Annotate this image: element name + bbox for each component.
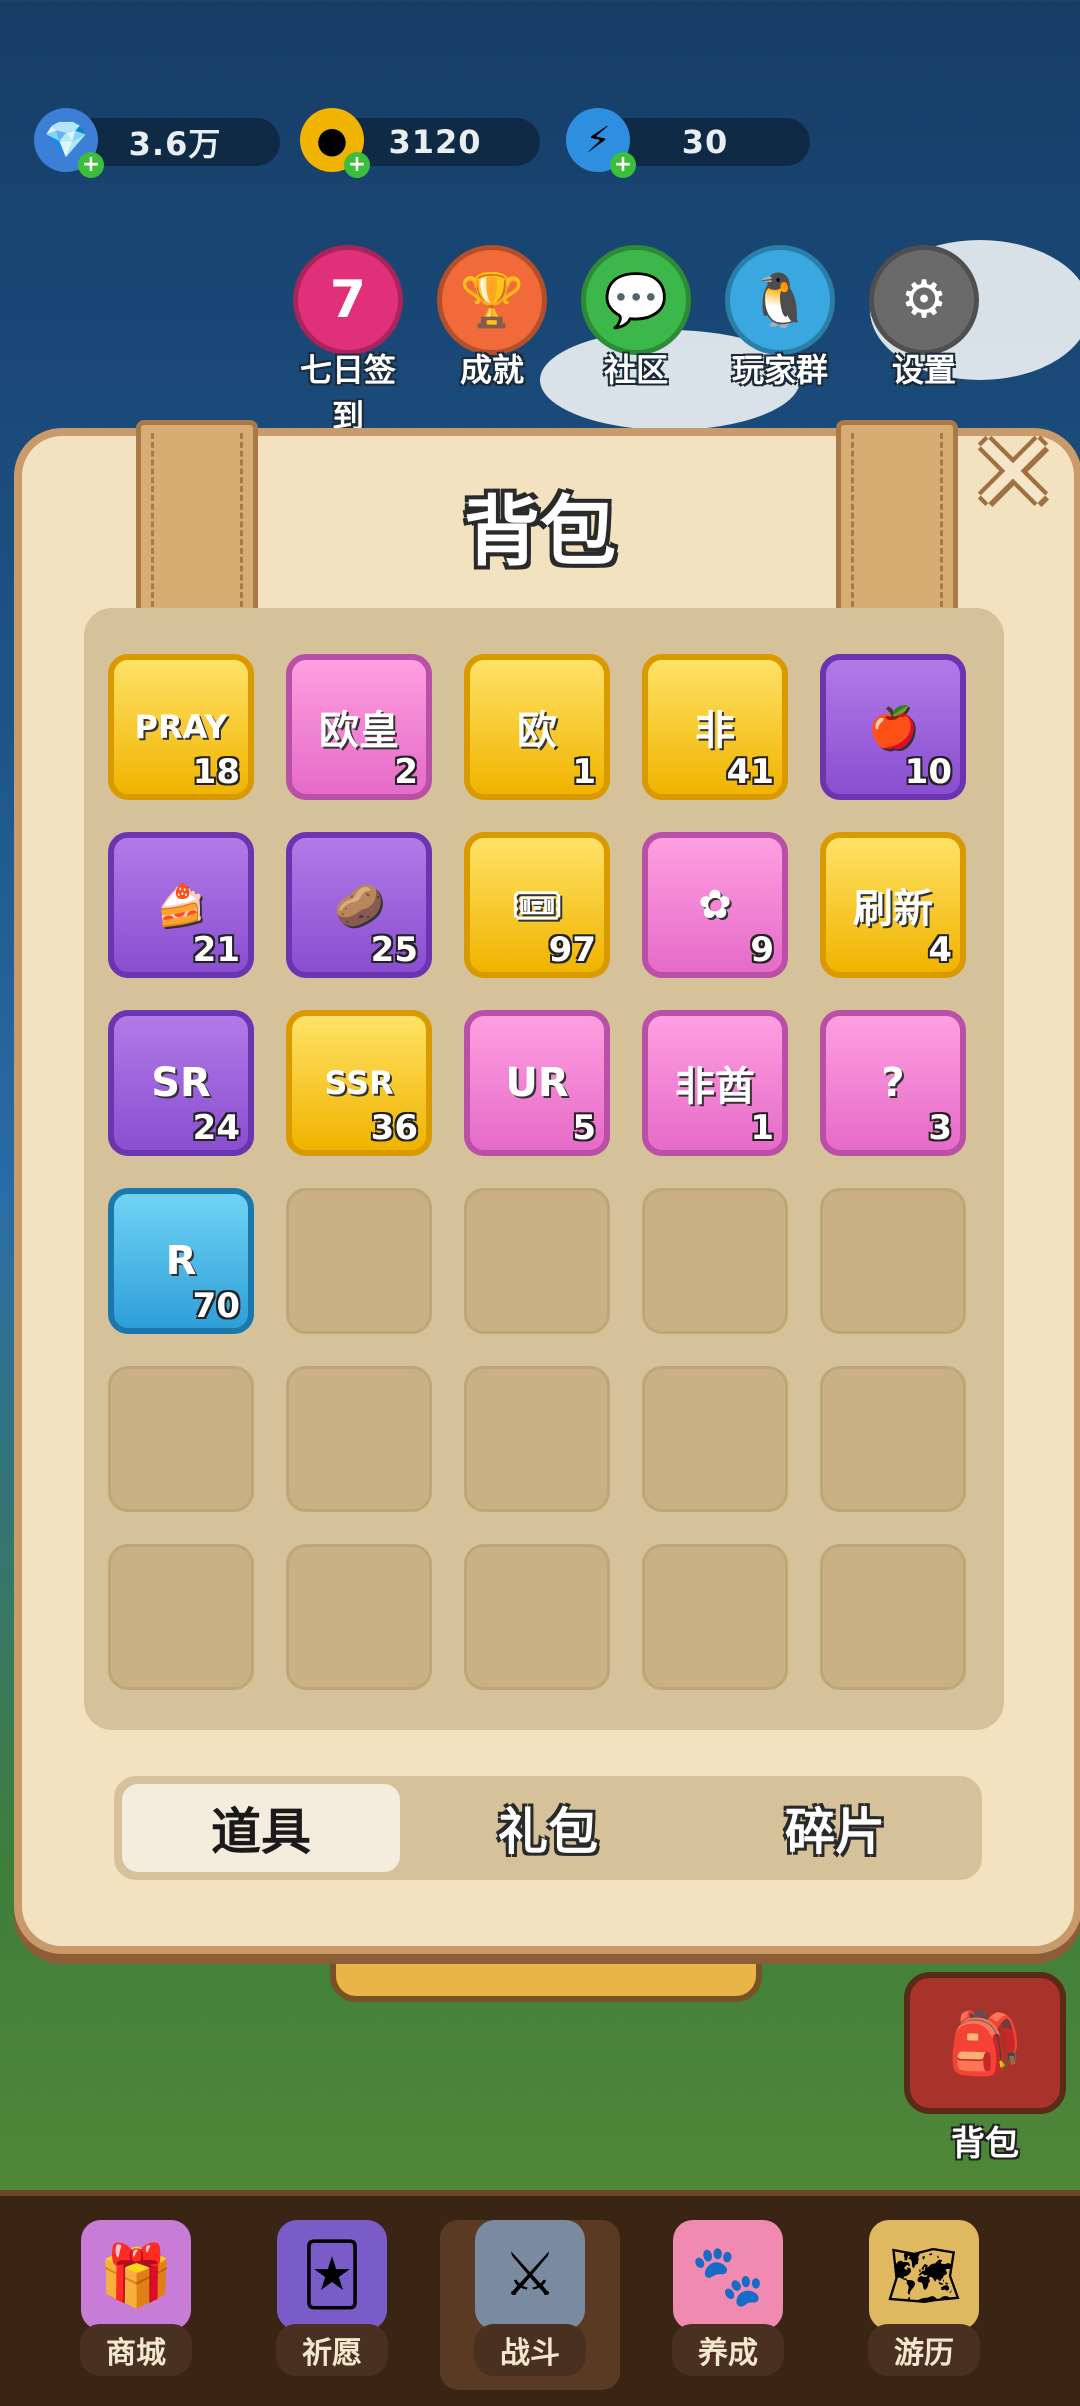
empty-slot (642, 1188, 788, 1334)
achievement-icon: 🏆 (437, 245, 547, 355)
empty-slot (286, 1188, 432, 1334)
tab-gifts[interactable]: 礼包 (409, 1784, 687, 1872)
item-count: 21 (192, 930, 240, 970)
item-count: 1 (572, 752, 596, 792)
community-icon: 💬 (581, 245, 691, 355)
empty-slot (642, 1366, 788, 1512)
item-count: 25 (370, 930, 418, 970)
item-feiqiu-ticket[interactable]: 非酋 1 (642, 1010, 788, 1156)
item-refresh-card[interactable]: 刷新 4 (820, 832, 966, 978)
nav-label: 祈愿 (276, 2324, 388, 2376)
menu-player-group[interactable]: 🐧 玩家群 (720, 245, 840, 391)
item-count: 10 (904, 752, 952, 792)
nav-pray[interactable]: 🃏 祈愿 (242, 2220, 422, 2390)
bag-label: 背包 (951, 2124, 1019, 2164)
plus-icon[interactable]: + (344, 152, 370, 178)
menu-label: 成就 (459, 351, 524, 389)
menu-label: 设置 (891, 351, 956, 389)
item-chips[interactable]: 🥔 25 (286, 832, 432, 978)
nurture-icon: 🐾 (673, 2220, 783, 2330)
empty-slot (464, 1544, 610, 1690)
item-apple[interactable]: 🍎 10 (820, 654, 966, 800)
empty-slot (820, 1366, 966, 1512)
nav-label: 游历 (868, 2324, 980, 2376)
close-icon: ✕ (966, 409, 1060, 537)
nav-travel[interactable]: 🗺 游历 (834, 2220, 1014, 2390)
empty-slot (108, 1544, 254, 1690)
item-count: 36 (370, 1108, 418, 1148)
menu-checkin[interactable]: 7 七日签到 (288, 245, 408, 437)
empty-slot (286, 1366, 432, 1512)
item-count: 41 (726, 752, 774, 792)
strap-right (836, 420, 958, 620)
plus-icon[interactable]: + (610, 152, 636, 178)
nav-nurture[interactable]: 🐾 养成 (638, 2220, 818, 2390)
menu-achievement[interactable]: 🏆 成就 (432, 245, 552, 391)
item-count: 18 (192, 752, 240, 792)
empty-slot (286, 1544, 432, 1690)
item-r-fragment[interactable]: R 70 (108, 1188, 254, 1334)
empty-slot (642, 1544, 788, 1690)
menu-community[interactable]: 💬 社区 (576, 245, 696, 391)
item-count: 9 (750, 930, 774, 970)
battle-icon: ⚔ (475, 2220, 585, 2330)
item-count: 2 (394, 752, 418, 792)
empty-slot (108, 1366, 254, 1512)
item-feiqiu-ticket-broken[interactable]: 非 41 (642, 654, 788, 800)
item-count: 3 (928, 1108, 952, 1148)
energy-icon[interactable]: ⚡ + (566, 108, 636, 178)
item-count: 4 (928, 930, 952, 970)
nav-battle[interactable]: ⚔ 战斗 (440, 2220, 620, 2390)
panel-title: 背包 (464, 487, 616, 576)
travel-icon: 🗺 (869, 2220, 979, 2330)
gem-icon[interactable]: 💎 + (34, 108, 104, 178)
nav-label: 战斗 (474, 2324, 586, 2376)
item-sakura[interactable]: ✿ 9 (642, 832, 788, 978)
item-count: 70 (192, 1286, 240, 1326)
item-cake[interactable]: 🍰 21 (108, 832, 254, 978)
inventory-grid: PRAY 18 欧皇 2 欧 1 非 41 🍎 10 🍰 21 🥔 25 🎟 97 ✿ 9 刷新 4 SR 24 SSR 36… (84, 608, 1004, 1730)
item-mystery-pack[interactable]: ? 3 (820, 1010, 966, 1156)
item-count: 24 (192, 1108, 240, 1148)
menu-settings[interactable]: ⚙ 设置 (864, 245, 984, 391)
empty-slot (464, 1188, 610, 1334)
coin-icon[interactable]: ● + (300, 108, 370, 178)
tab-items[interactable]: 道具 (122, 1784, 400, 1872)
shop-icon: 🎁 (81, 2220, 191, 2330)
item-ssr-fragment[interactable]: SSR 36 (286, 1010, 432, 1156)
pray-icon: 🃏 (277, 2220, 387, 2330)
player-group-icon: 🐧 (725, 245, 835, 355)
item-count: 97 (548, 930, 596, 970)
settings-icon: ⚙ (869, 245, 979, 355)
close-button[interactable]: ✕ (966, 409, 1060, 537)
empty-slot (464, 1366, 610, 1512)
tab-fragments[interactable]: 碎片 (696, 1784, 974, 1872)
backpack-icon: 🎒 (904, 1972, 1066, 2114)
menu-label: 七日签到 (299, 351, 396, 435)
empty-slot (820, 1544, 966, 1690)
nav-label: 养成 (672, 2324, 784, 2376)
plus-icon[interactable]: + (78, 152, 104, 178)
item-ouhuang-ticket-pink[interactable]: 欧皇 2 (286, 654, 432, 800)
bag-button[interactable]: 🎒 背包 (900, 1972, 1070, 2165)
item-ouhuang-ticket-broken[interactable]: 欧1 (464, 654, 610, 800)
item-pray-ticket[interactable]: PRAY 18 (108, 654, 254, 800)
strap-left (136, 420, 258, 620)
nav-label: 商城 (80, 2324, 192, 2376)
item-count: 5 (572, 1108, 596, 1148)
item-ur-fragment[interactable]: UR 5 (464, 1010, 610, 1156)
nav-shop[interactable]: 🎁 商城 (46, 2220, 226, 2390)
item-pink-ticket[interactable]: 🎟 97 (464, 832, 610, 978)
item-sr-fragment[interactable]: SR 24 (108, 1010, 254, 1156)
empty-slot (820, 1188, 966, 1334)
tab-bar: 道具 礼包 碎片 (114, 1776, 982, 1880)
menu-label: 玩家群 (731, 351, 828, 389)
checkin-icon: 7 (293, 245, 403, 355)
menu-label: 社区 (603, 351, 668, 389)
item-count: 1 (750, 1108, 774, 1148)
